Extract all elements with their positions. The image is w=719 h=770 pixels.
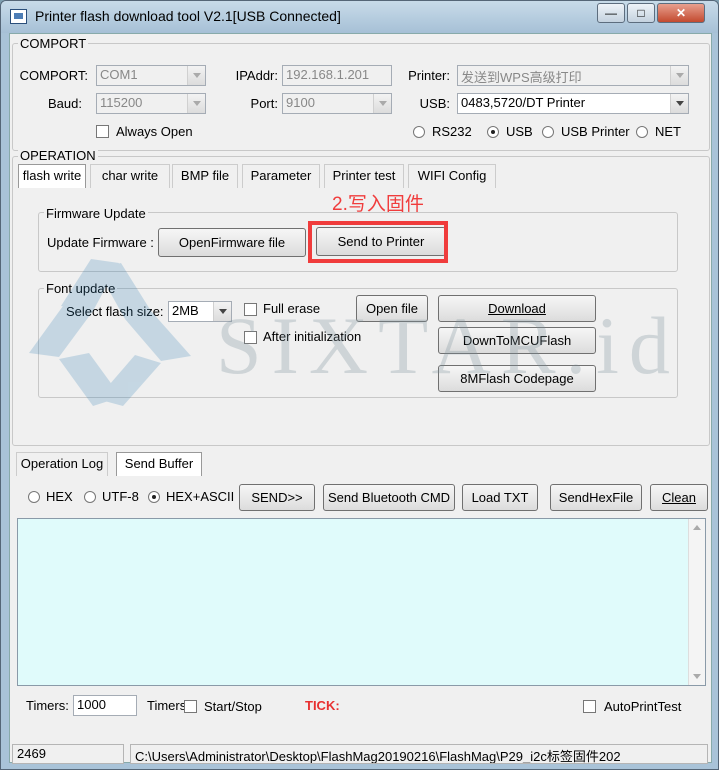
download-button[interactable]: Download: [438, 295, 596, 322]
clean-button[interactable]: Clean: [650, 484, 708, 511]
port-label: Port:: [250, 96, 278, 111]
tab-char-write[interactable]: char write: [90, 164, 170, 188]
usb-label: USB:: [419, 96, 450, 111]
ipaddr-field[interactable]: 192.168.1.201: [282, 65, 392, 86]
operation-group-legend: OPERATION: [18, 148, 98, 163]
scroll-down-icon[interactable]: [693, 674, 701, 679]
send-buffer-textarea[interactable]: [17, 518, 706, 686]
scroll-up-icon[interactable]: [693, 525, 701, 530]
tab-send-buffer[interactable]: Send Buffer: [116, 452, 202, 476]
ipaddr-label: IPAddr:: [235, 68, 278, 83]
flash-codepage-button[interactable]: 8MFlash Codepage: [438, 365, 596, 392]
log-scrollbar[interactable]: [688, 519, 705, 685]
open-file-button[interactable]: Open file: [356, 295, 428, 322]
always-open-label: Always Open: [116, 124, 193, 139]
hex-radio[interactable]: [28, 491, 40, 503]
font-update-legend: Font update: [44, 281, 118, 296]
rs232-radio[interactable]: [413, 126, 425, 138]
title-bar[interactable]: Printer flash download tool V2.1[USB Con…: [1, 1, 718, 33]
tab-printer-test[interactable]: Printer test: [324, 164, 404, 188]
highlight-box: [308, 221, 448, 263]
load-txt-button[interactable]: Load TXT: [462, 484, 538, 511]
tab-bmp-file[interactable]: BMP file: [172, 164, 238, 188]
start-stop-checkbox[interactable]: [184, 700, 197, 713]
status-count: 2469: [12, 744, 124, 764]
flash-size-label: Select flash size:: [66, 304, 164, 319]
printer-label: Printer:: [408, 68, 450, 83]
chevron-down-icon: [187, 66, 205, 85]
comport-label: COMPORT:: [19, 68, 88, 83]
chevron-down-icon: [670, 94, 688, 113]
net-label: NET: [655, 124, 681, 139]
chevron-down-icon: [670, 66, 688, 85]
full-erase-label: Full erase: [263, 301, 321, 316]
tab-operation-log[interactable]: Operation Log: [16, 452, 108, 476]
hexascii-label: HEX+ASCII: [166, 489, 235, 504]
send-bluetooth-cmd-button[interactable]: Send Bluetooth CMD: [323, 484, 455, 511]
firmware-update-legend: Firmware Update: [44, 206, 148, 221]
send-button[interactable]: SEND>>: [239, 484, 315, 511]
comport-select[interactable]: COM1: [96, 65, 206, 86]
down-to-mcu-flash-button[interactable]: DownToMCUFlash: [438, 327, 596, 354]
hexascii-radio[interactable]: [148, 491, 160, 503]
open-firmware-button[interactable]: OpenFirmware file: [158, 228, 306, 257]
usb-select[interactable]: 0483,5720/DT Printer: [457, 93, 689, 114]
baud-label: Baud:: [48, 96, 82, 111]
close-button[interactable]: ✕: [657, 3, 705, 23]
window-title: Printer flash download tool V2.1[USB Con…: [35, 8, 341, 24]
after-init-label: After initialization: [263, 329, 362, 344]
full-erase-checkbox[interactable]: [244, 303, 257, 316]
tab-flash-write[interactable]: flash write: [18, 164, 86, 188]
timers-checkbox-label: Timers: [147, 698, 187, 713]
utf8-radio[interactable]: [84, 491, 96, 503]
baud-select[interactable]: 115200: [96, 93, 206, 114]
rs232-label: RS232: [432, 124, 472, 139]
client-area: COMPORT COMPORT: COM1 Baud: 115200 IPAdd…: [9, 33, 712, 764]
chevron-down-icon: [187, 94, 205, 113]
tab-wifi-config[interactable]: WIFI Config: [408, 164, 496, 188]
comport-group-legend: COMPORT: [18, 36, 89, 51]
auto-print-test-label: AutoPrintTest: [604, 699, 682, 714]
send-hex-file-button[interactable]: SendHexFile: [550, 484, 642, 511]
flash-size-select[interactable]: 2MB: [168, 301, 232, 322]
chevron-down-icon: [373, 94, 391, 113]
timers-label: Timers:: [26, 698, 69, 713]
start-stop-label: Start/Stop: [204, 699, 262, 714]
minimize-button[interactable]: —: [597, 3, 625, 23]
net-radio[interactable]: [636, 126, 648, 138]
tick-label: TICK:: [305, 698, 340, 713]
printer-select[interactable]: 发送到WPS高级打印: [457, 65, 689, 86]
update-firmware-label: Update Firmware :: [47, 235, 154, 250]
usb-radio-label: USB: [506, 124, 533, 139]
always-open-checkbox[interactable]: [96, 125, 109, 138]
timers-field[interactable]: 1000: [73, 695, 137, 716]
hex-label: HEX: [46, 489, 73, 504]
app-icon: [10, 9, 27, 24]
utf8-label: UTF-8: [102, 489, 139, 504]
usb-radio[interactable]: [487, 126, 499, 138]
status-path: C:\Users\Administrator\Desktop\FlashMag2…: [130, 744, 708, 764]
usb-printer-radio[interactable]: [542, 126, 554, 138]
port-select[interactable]: 9100: [282, 93, 392, 114]
auto-print-test-checkbox[interactable]: [583, 700, 596, 713]
usb-printer-label: USB Printer: [561, 124, 630, 139]
chevron-down-icon: [213, 302, 231, 321]
tab-parameter[interactable]: Parameter: [242, 164, 320, 188]
app-window: Printer flash download tool V2.1[USB Con…: [0, 0, 719, 770]
after-init-checkbox[interactable]: [244, 331, 257, 344]
maximize-button[interactable]: □: [627, 3, 655, 23]
